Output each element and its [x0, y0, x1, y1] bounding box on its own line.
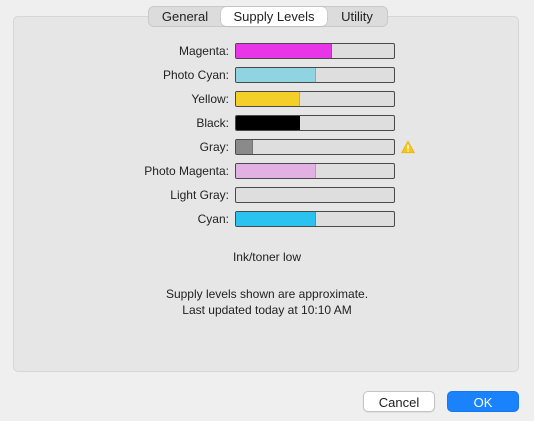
supply-label: Gray:	[199, 140, 229, 154]
supply-row-gray: Gray:	[0, 139, 534, 155]
printer-supply-window: General Supply Levels Utility Magenta: P…	[0, 0, 534, 421]
tab-bar: General Supply Levels Utility	[148, 6, 388, 27]
supply-label: Cyan:	[197, 212, 229, 226]
tab-general[interactable]: General	[149, 7, 221, 26]
supply-level-fill	[236, 68, 316, 82]
cancel-button[interactable]: Cancel	[363, 391, 435, 412]
approximate-note: Supply levels shown are approximate.	[165, 287, 369, 301]
supply-level-bar	[235, 139, 395, 155]
supply-row-cyan: Cyan:	[0, 211, 534, 227]
tab-supply-levels[interactable]: Supply Levels	[221, 7, 327, 26]
supply-label: Photo Magenta:	[144, 164, 229, 178]
supply-row-magenta: Magenta:	[0, 43, 534, 59]
warning-icon	[401, 140, 415, 154]
last-updated-text: Last updated today at 10:10 AM	[182, 303, 352, 317]
supply-row-black: Black:	[0, 115, 534, 131]
supply-level-bar	[235, 67, 395, 83]
supply-level-fill	[236, 212, 316, 226]
supply-level-bar	[235, 91, 395, 107]
supply-level-fill	[236, 44, 332, 58]
supply-label: Magenta:	[178, 44, 229, 58]
ok-button[interactable]: OK	[447, 391, 519, 412]
supply-level-fill	[236, 164, 316, 178]
tab-utility[interactable]: Utility	[327, 7, 387, 26]
supply-level-fill	[236, 92, 301, 106]
supply-level-bar	[235, 163, 395, 179]
supply-row-photo-cyan: Photo Cyan:	[0, 67, 534, 83]
supply-label: Black:	[196, 116, 229, 130]
supply-label: Photo Cyan:	[162, 68, 229, 82]
supply-level-bar	[235, 115, 395, 131]
supply-level-fill	[236, 116, 301, 130]
supply-level-bar	[235, 211, 395, 227]
low-supply-message: Ink/toner low	[232, 250, 302, 264]
supply-row-photo-magenta: Photo Magenta:	[0, 163, 534, 179]
supply-label: Yellow:	[191, 92, 229, 106]
supply-level-fill	[236, 140, 253, 154]
supply-level-bar	[235, 187, 395, 203]
supply-row-yellow: Yellow:	[0, 91, 534, 107]
supply-label: Light Gray:	[170, 188, 229, 202]
supply-row-light-gray: Light Gray:	[0, 187, 534, 203]
supply-level-bar	[235, 43, 395, 59]
